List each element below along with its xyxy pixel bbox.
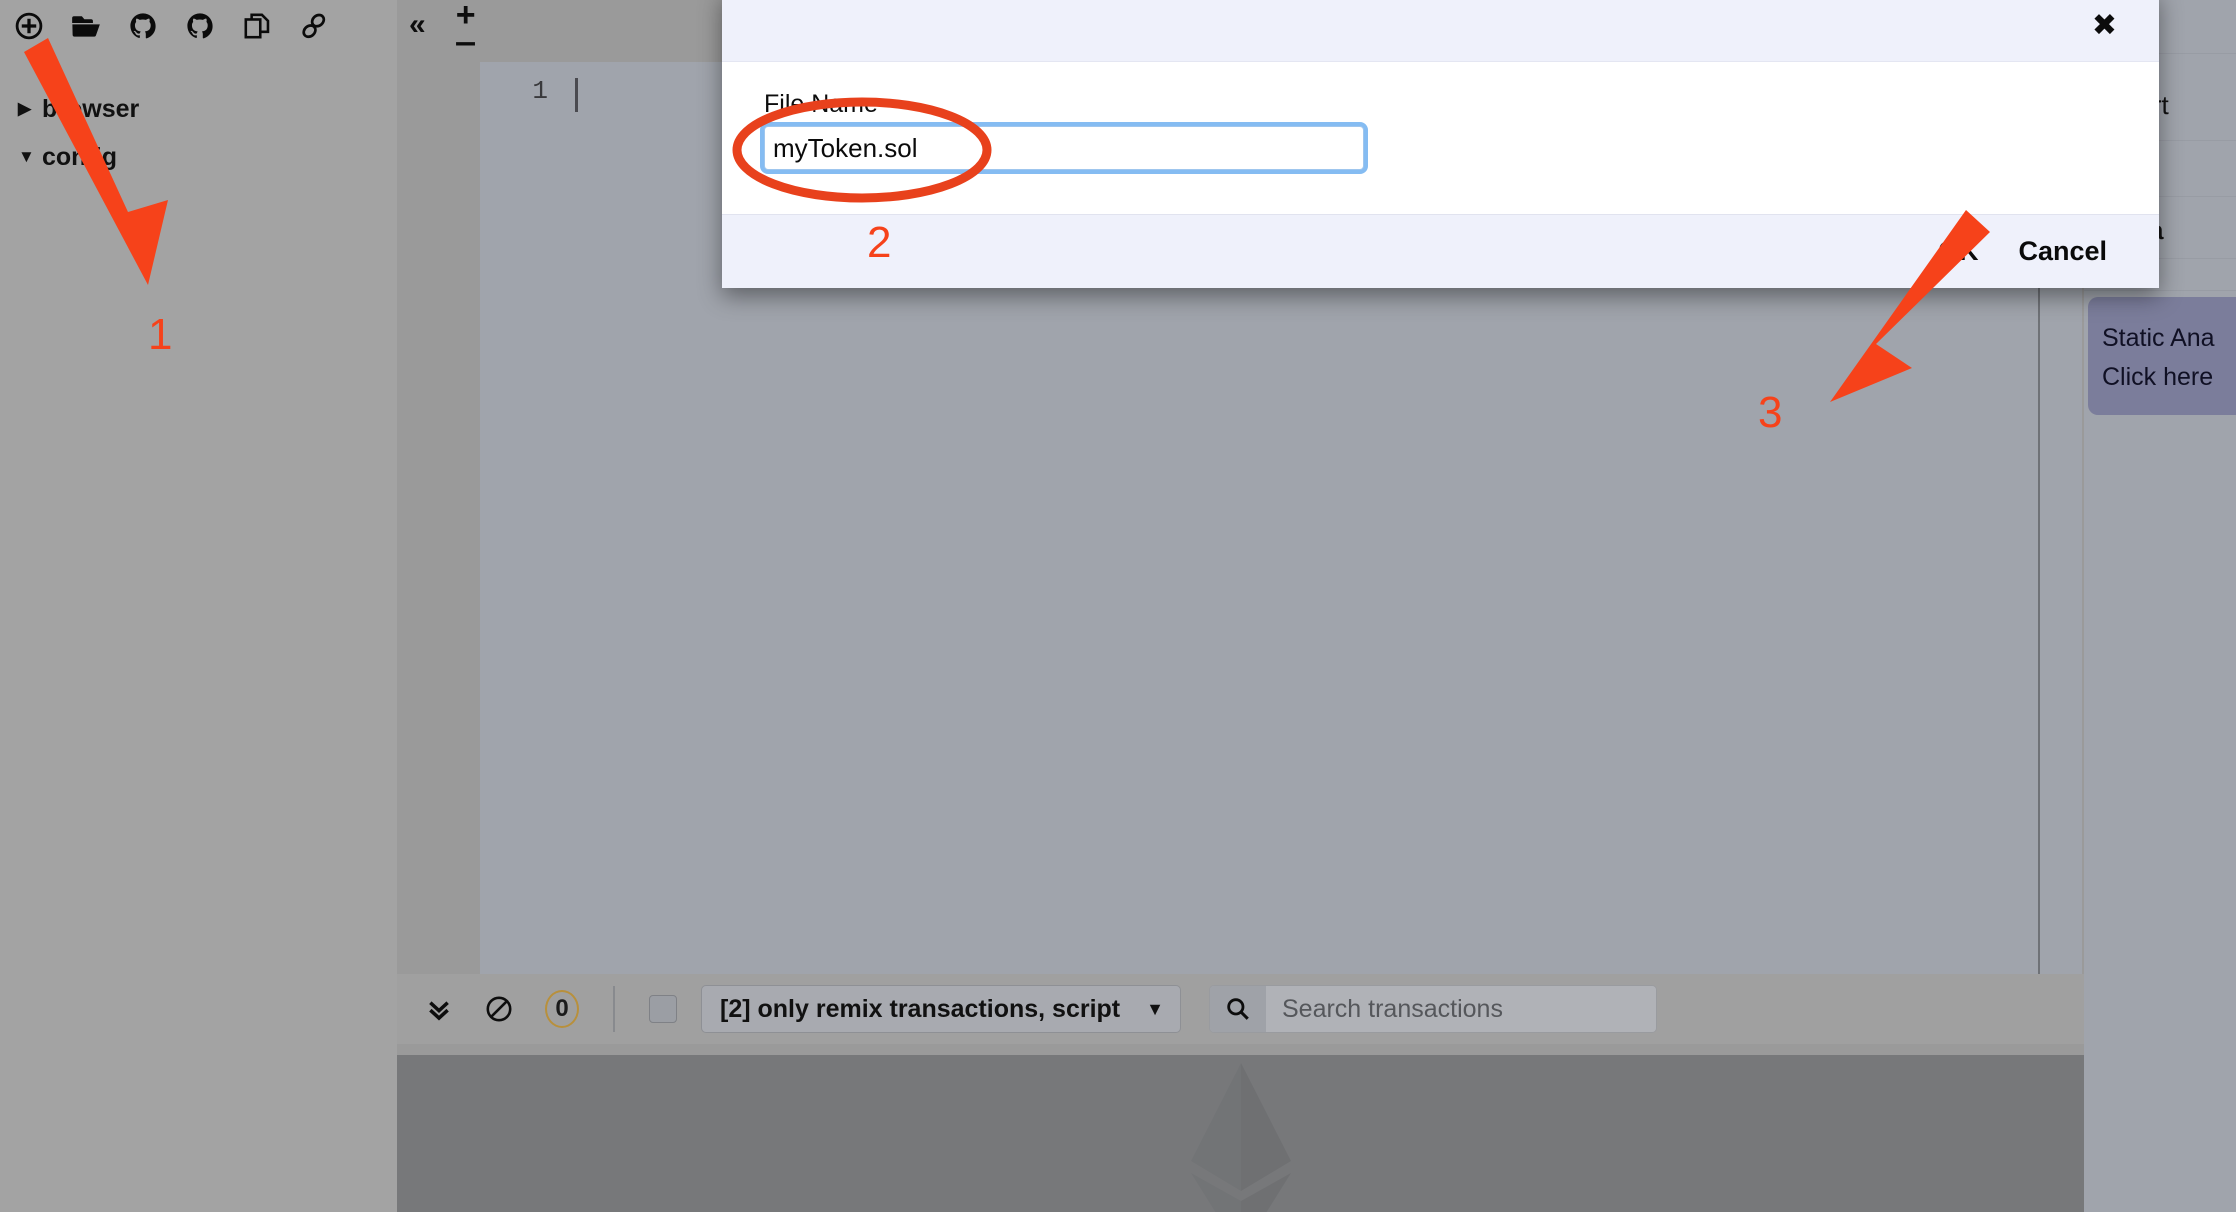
terminal-output-panel[interactable] [397, 1055, 2084, 1212]
tree-item-label: config [42, 142, 117, 171]
file-name-input[interactable] [764, 126, 1364, 170]
pending-count-label: 0 [555, 995, 569, 1022]
create-file-modal: ✖ File Name OK Cancel [722, 0, 2159, 288]
pending-transactions-badge: 0 [545, 990, 579, 1028]
static-analysis-tooltip[interactable]: Static Ana Click here [2088, 297, 2236, 415]
line-number: 1 [532, 76, 548, 106]
publish-folder-icon[interactable] [71, 11, 101, 41]
modal-footer: OK Cancel [722, 214, 2159, 288]
link-chain-icon[interactable] [299, 11, 329, 41]
toolbar-divider [613, 986, 615, 1032]
editor-font-zoom-group: + ‒ [456, 0, 476, 58]
tooltip-subtitle: Click here [2102, 362, 2214, 391]
modal-body: File Name [722, 62, 2159, 214]
editor-gutter: 1 [480, 62, 570, 974]
github-publish-gist-icon[interactable] [128, 11, 158, 41]
chevron-down-icon[interactable]: ▼ [1146, 999, 1164, 1020]
ethereum-watermark-icon [1190, 1063, 1291, 1212]
collapse-panel-icon[interactable]: « [409, 10, 426, 40]
clear-console-icon[interactable] [485, 995, 513, 1023]
transaction-filter-value: [2] only remix transactions, script [720, 994, 1121, 1023]
remix-ide-window: browser config « + ‒ 1 [0, 0, 2236, 1212]
tooltip-title: Static Ana [2102, 324, 2215, 352]
file-explorer-panel: browser config [0, 0, 397, 1212]
cancel-button[interactable]: Cancel [2018, 236, 2107, 267]
listen-network-checkbox[interactable] [649, 995, 677, 1023]
tree-item-label: browser [42, 94, 140, 123]
zoom-out-icon[interactable]: ‒ [456, 25, 475, 58]
ok-button[interactable]: OK [1938, 236, 1979, 267]
chevron-right-icon[interactable] [18, 99, 42, 119]
chevron-down-icon[interactable] [18, 147, 42, 167]
double-chevron-down-icon[interactable] [425, 995, 453, 1023]
tree-item-browser[interactable]: browser [0, 86, 397, 132]
terminal-toolbar: 0 [2] only remix transactions, script ▼ [397, 974, 2084, 1044]
close-icon[interactable]: ✖ [2092, 10, 2117, 41]
file-explorer-toolbar [0, 0, 397, 52]
file-tree: browser config [0, 86, 397, 180]
text-cursor [575, 78, 578, 112]
copy-pages-icon[interactable] [242, 11, 272, 41]
transaction-filter-select[interactable]: [2] only remix transactions, script ▼ [701, 985, 1181, 1033]
terminal-toolbar-icons: 0 [425, 990, 579, 1028]
transaction-search-group[interactable] [1209, 985, 1657, 1033]
search-icon [1210, 986, 1266, 1032]
tree-item-config[interactable]: config [0, 134, 397, 180]
modal-header: ✖ [722, 0, 2159, 62]
create-new-file-icon[interactable] [14, 11, 44, 41]
github-connect-icon[interactable] [185, 11, 215, 41]
search-input[interactable] [1266, 986, 1656, 1032]
file-name-label: File Name [764, 90, 878, 118]
